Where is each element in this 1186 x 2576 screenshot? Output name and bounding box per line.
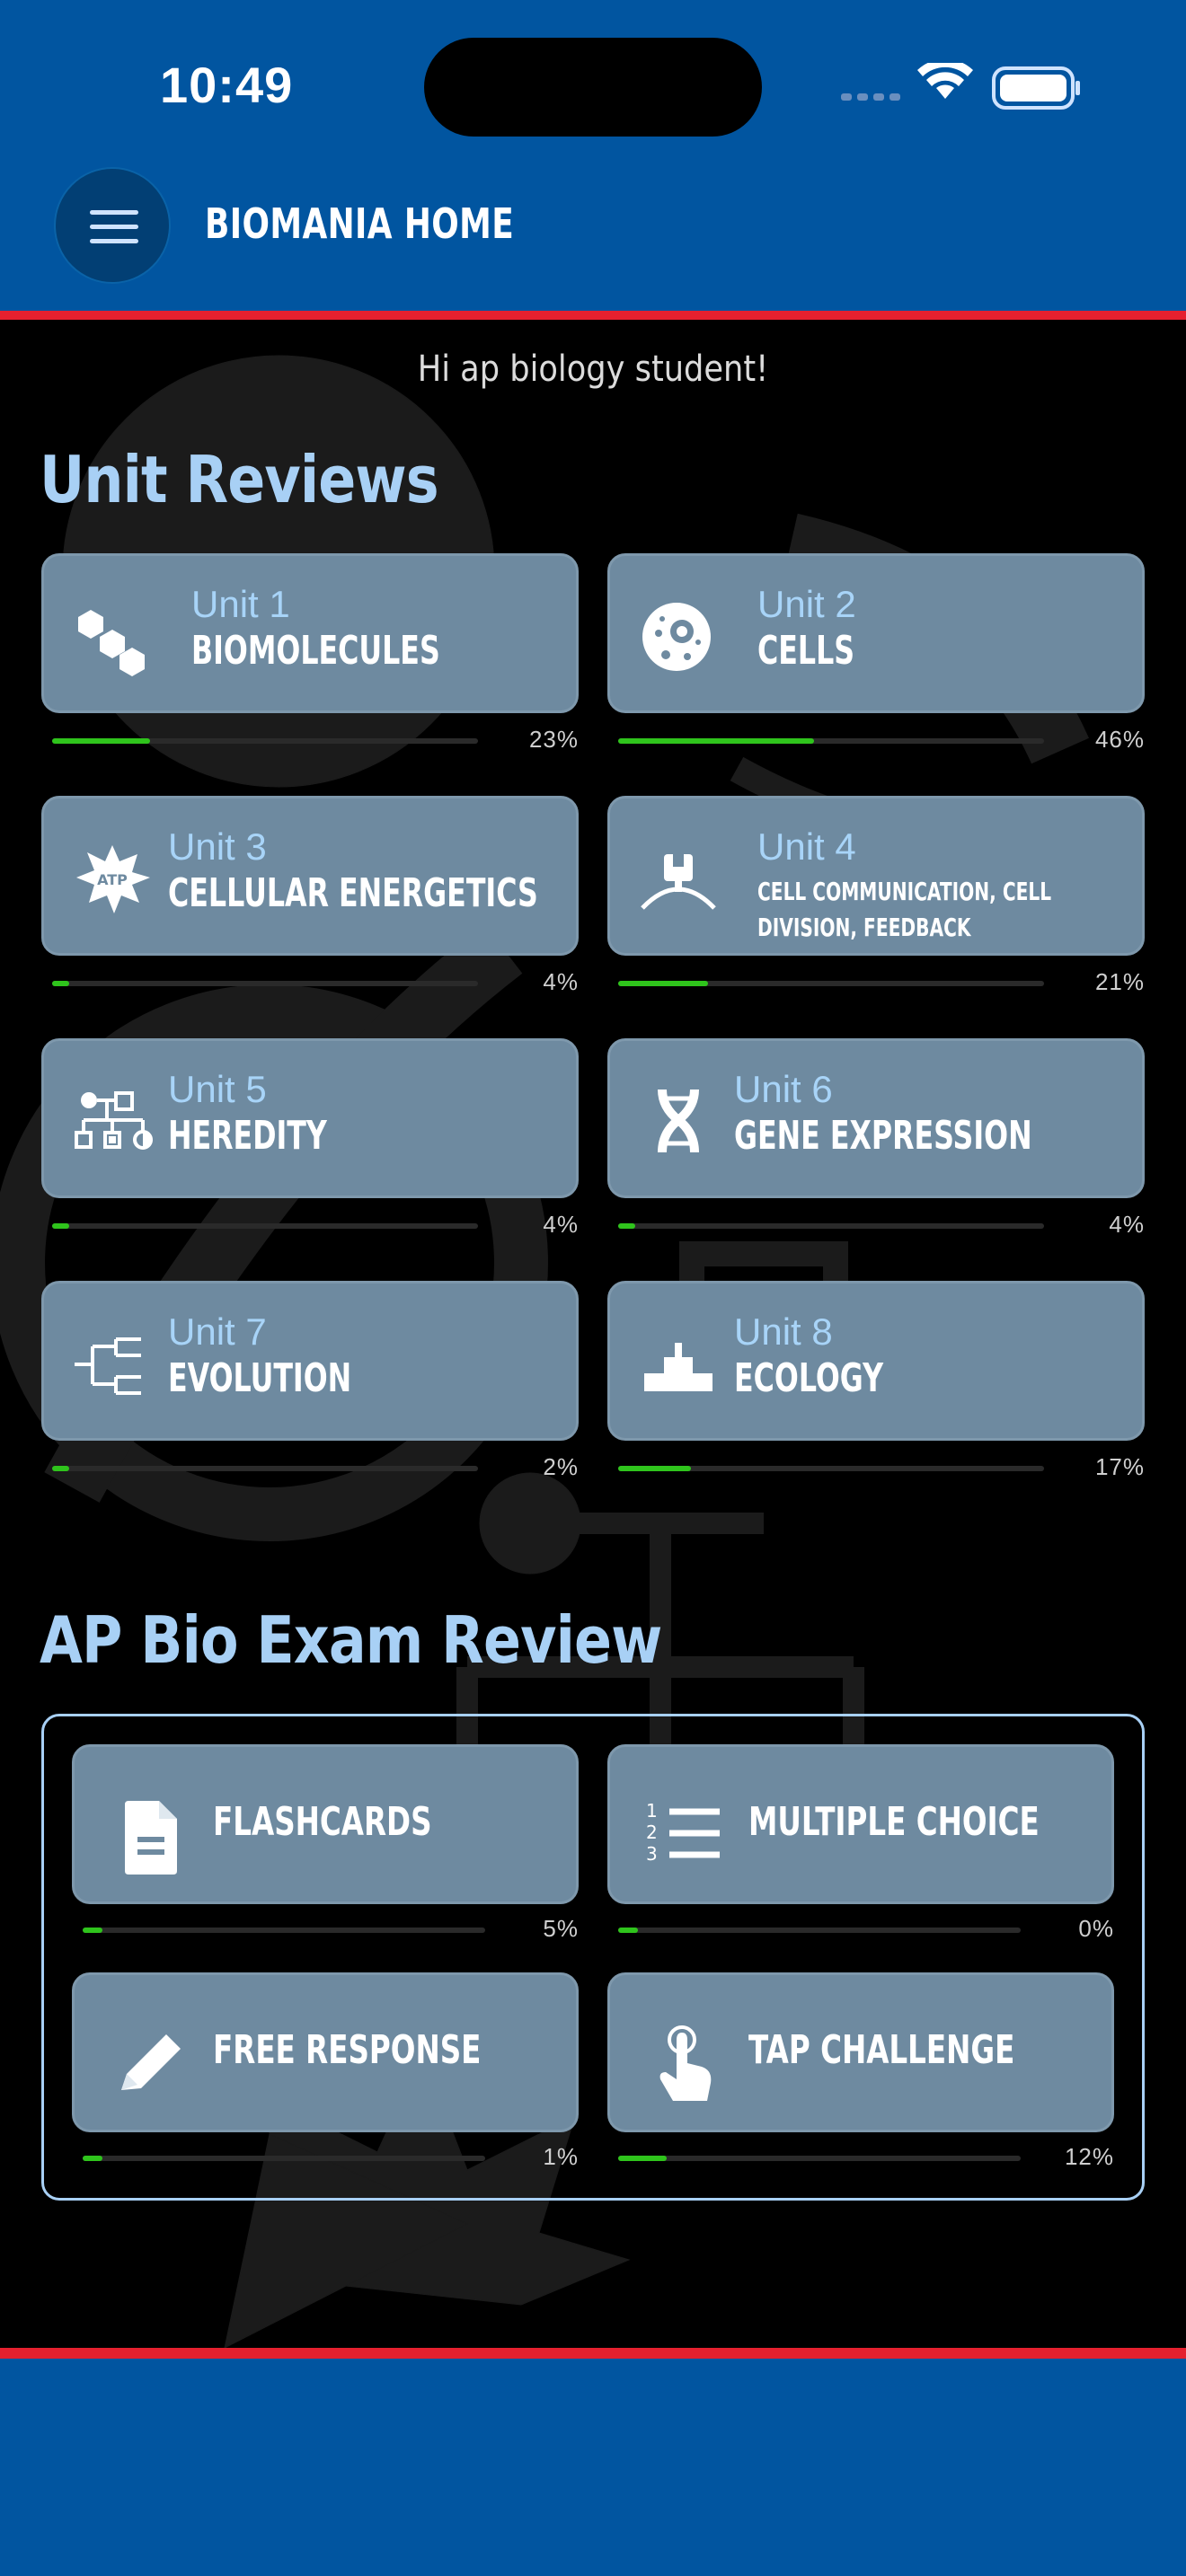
unit-number: Unit 2 (757, 583, 856, 625)
status-icons (841, 63, 1080, 110)
unit-card-7[interactable]: Unit 7 EVOLUTION (41, 1281, 579, 1441)
cellular-signal-icon (841, 93, 900, 101)
unit-card-1[interactable]: Unit 1 BIOMOLECULES (41, 553, 579, 713)
biomolecules-icon (69, 592, 155, 678)
exam-review-progress-label: 1% (543, 2143, 579, 2170)
unit-number: Unit 1 (191, 583, 290, 625)
unit-name: HEREDITY (168, 1113, 327, 1159)
unit-progress-bar (618, 1223, 1044, 1229)
svg-text:2: 2 (646, 1822, 658, 1843)
unit-progress-fill (52, 738, 151, 744)
exam-review-progress-fill (83, 1928, 103, 1933)
document-icon (107, 1792, 188, 1875)
exam-review-progress-bar (83, 1928, 485, 1933)
tap-finger-icon (642, 2020, 723, 2101)
unit-number: Unit 7 (168, 1310, 267, 1353)
free-response-button[interactable]: FREE RESPONSE (72, 1972, 579, 2132)
exam-review-label: FLASHCARDS (213, 1799, 432, 1845)
receptor-icon (635, 834, 721, 921)
unit-progress-label: 23% (528, 726, 579, 753)
status-time: 10:49 (160, 57, 294, 113)
unit-name: BIOMOLECULES (191, 628, 440, 674)
unit-number: Unit 4 (757, 825, 856, 868)
footer-accent-line (0, 2348, 1186, 2359)
exam-review-progress-label: 5% (543, 1915, 579, 1942)
unit-reviews-title: Unit Reviews (40, 442, 439, 517)
unit-number: Unit 8 (734, 1310, 833, 1353)
unit-progress-label: 4% (543, 1211, 579, 1238)
unit-number: Unit 6 (734, 1068, 833, 1110)
header-accent-line (0, 311, 1186, 320)
unit-card-5[interactable]: Unit 5 HEREDITY (41, 1038, 579, 1198)
exam-review-progress-fill (618, 2156, 667, 2161)
unit-progress-fill (52, 1223, 69, 1229)
dynamic-island (424, 38, 762, 137)
dna-icon (635, 1077, 721, 1163)
unit-name: EVOLUTION (168, 1355, 352, 1401)
footer-bar (0, 2359, 1186, 2576)
unit-progress-fill (618, 738, 815, 744)
unit-progress-fill (618, 981, 708, 986)
exam-review-label: MULTIPLE CHOICE (748, 1799, 1040, 1845)
unit-progress-label: 4% (543, 968, 579, 995)
unit-number: Unit 3 (168, 825, 267, 868)
unit-progress-fill (618, 1223, 635, 1229)
unit-progress-label: 46% (1094, 726, 1145, 753)
unit-progress-bar (52, 981, 478, 986)
unit-progress-label: 21% (1094, 968, 1145, 995)
unit-progress-label: 4% (1109, 1211, 1145, 1238)
unit-progress-bar (618, 738, 1044, 744)
unit-name: CELLS (757, 628, 855, 674)
unit-progress-fill (52, 1466, 69, 1471)
exam-review-progress-bar (618, 1928, 1021, 1933)
unit-progress-fill (52, 981, 69, 986)
atp-icon: ATP (69, 834, 155, 921)
flashcards-button[interactable]: FLASHCARDS (72, 1744, 579, 1904)
pencil-icon (107, 2020, 188, 2101)
unit-progress-bar (618, 1466, 1044, 1471)
unit-progress-bar (52, 1223, 478, 1229)
unit-progress-bar (618, 981, 1044, 986)
unit-card-6[interactable]: Unit 6 GENE EXPRESSION (607, 1038, 1145, 1198)
numbered-list-icon: 123 (642, 1792, 723, 1873)
unit-name: ECOLOGY (734, 1355, 884, 1401)
menu-button[interactable] (54, 167, 171, 284)
svg-text:1: 1 (646, 1800, 658, 1822)
exam-review-progress-bar (83, 2156, 485, 2161)
battery-icon (992, 66, 1080, 110)
unit-progress-fill (618, 1466, 691, 1471)
exam-review-progress-label: 12% (1064, 2143, 1114, 2170)
unit-name: CELL COMMUNICATION, CELL DIVISION, FEEDB… (757, 877, 1052, 942)
hamburger-menu-icon (90, 210, 138, 215)
unit-card-2[interactable]: Unit 2 CELLS (607, 553, 1145, 713)
exam-review-progress-bar (618, 2156, 1021, 2161)
exam-review-progress-fill (83, 2156, 103, 2161)
pedigree-icon (69, 1077, 155, 1163)
unit-progress-bar (52, 738, 478, 744)
exam-review-title: AP Bio Exam Review (40, 1602, 662, 1678)
multiple-choice-button[interactable]: 1 2 3 MULTIPLE CHOICE (607, 1744, 1114, 1904)
unit-card-3[interactable]: ATP Unit 3 CELLULAR ENERGETICS (41, 796, 579, 956)
unit-name: GENE EXPRESSION (734, 1113, 1032, 1159)
unit-number: Unit 5 (168, 1068, 267, 1110)
wifi-icon (917, 63, 973, 99)
app-title: BIOMANIA HOME (205, 199, 515, 248)
exam-review-progress-label: 0% (1078, 1915, 1114, 1942)
unit-card-4[interactable]: Unit 4 CELL COMMUNICATION, CELL DIVISION,… (607, 796, 1145, 956)
svg-text:3: 3 (646, 1843, 658, 1865)
cell-icon (635, 592, 721, 678)
unit-name: CELLULAR ENERGETICS (168, 870, 538, 916)
atp-icon-label: ATP (97, 871, 128, 888)
exam-review-label: FREE RESPONSE (213, 2027, 482, 2073)
greeting-text: Hi ap biology student! (417, 348, 769, 390)
unit-progress-label: 2% (543, 1453, 579, 1480)
exam-review-label: TAP CHALLENGE (748, 2027, 1015, 2073)
unit-progress-label: 17% (1094, 1453, 1145, 1480)
exam-review-progress-fill (618, 1928, 639, 1933)
ecology-pyramid-icon (635, 1319, 721, 1406)
phylogeny-tree-icon (69, 1319, 155, 1406)
tap-challenge-button[interactable]: TAP CHALLENGE (607, 1972, 1114, 2132)
unit-card-8[interactable]: Unit 8 ECOLOGY (607, 1281, 1145, 1441)
unit-progress-bar (52, 1466, 478, 1471)
